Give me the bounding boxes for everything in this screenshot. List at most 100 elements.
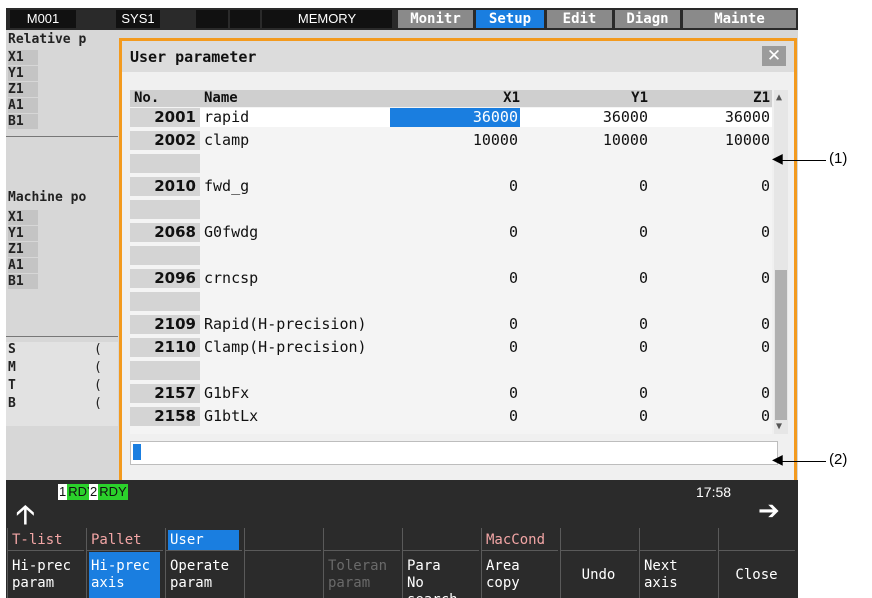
- menu-key-label-line: param: [12, 575, 55, 591]
- menu-key[interactable]: User Operate param: [165, 528, 242, 598]
- param-value-z1[interactable]: 0: [652, 338, 770, 357]
- param-value-y1[interactable]: 36000: [530, 108, 648, 127]
- right-arrow-icon[interactable]: ➔: [758, 496, 780, 526]
- param-value-y1[interactable]: 0: [530, 384, 648, 403]
- param-value-x1[interactable]: 0: [390, 223, 520, 242]
- param-value-x1[interactable]: 0: [390, 384, 520, 403]
- param-value-z1[interactable]: 36000: [652, 108, 770, 127]
- menu-key-upper-label[interactable]: [563, 530, 634, 550]
- menu-key-label[interactable]: Area copy: [484, 552, 555, 598]
- menu-key-label[interactable]: Hi-prec axis: [89, 552, 160, 598]
- menu-key[interactable]: Close: [718, 528, 795, 598]
- m-code: M: [8, 360, 16, 375]
- menu-key[interactable]: T-list Hi-prec param: [7, 528, 84, 598]
- menu-key-label[interactable]: ParaNo search: [405, 552, 476, 598]
- menu-key-separator: [481, 550, 558, 551]
- menu-key-upper-label[interactable]: [326, 530, 397, 550]
- relative-axis: B1: [8, 114, 38, 129]
- menu-key-upper-label[interactable]: MacCond: [484, 530, 555, 550]
- param-value-y1[interactable]: 0: [530, 315, 648, 334]
- param-value-z1[interactable]: 0: [652, 315, 770, 334]
- table-row[interactable]: 2110 Clamp(H-precision) 0 0 0: [130, 338, 772, 357]
- table-row[interactable]: 2157 G1bFx 0 0 0: [130, 384, 772, 403]
- table-row[interactable]: [130, 200, 772, 219]
- menu-key[interactable]: Pallet Hi-prec axis: [86, 528, 163, 598]
- column-header-no: No.: [134, 90, 160, 106]
- param-value-z1[interactable]: 0: [652, 269, 770, 288]
- menu-key[interactable]: MacCond Area copy: [481, 528, 558, 598]
- param-value-y1[interactable]: 10000: [530, 131, 648, 150]
- menu-key-upper-label[interactable]: [642, 530, 713, 550]
- menu-key-label-line: param: [170, 575, 213, 591]
- tab-monitr[interactable]: Monitr: [398, 10, 473, 28]
- param-number: 2110: [130, 338, 200, 357]
- scrollbar-thumb[interactable]: [775, 270, 787, 420]
- menu-key[interactable]: Toleran param: [323, 528, 400, 598]
- vertical-scrollbar[interactable]: ▲ ▼: [774, 90, 788, 434]
- tab-diagn[interactable]: Diagn: [615, 10, 680, 28]
- param-name: G1btLx: [204, 407, 259, 425]
- menu-key-label[interactable]: [247, 552, 318, 598]
- position-panel: Relative p X1 Y1 Z1 A1 B1 Machine po X1 …: [6, 30, 118, 480]
- param-value-x1[interactable]: 36000: [390, 108, 520, 127]
- menu-key[interactable]: Undo: [560, 528, 637, 598]
- scroll-up-icon[interactable]: ▲: [776, 92, 782, 103]
- tab-setup[interactable]: Setup: [476, 10, 544, 28]
- machine-axis: B1: [8, 274, 38, 289]
- menu-key-upper-label[interactable]: [247, 530, 318, 550]
- param-value-x1[interactable]: 10000: [390, 131, 520, 150]
- menu-key-label[interactable]: Toleran param: [326, 552, 397, 598]
- table-row[interactable]: 2010 fwd_g 0 0 0: [130, 177, 772, 196]
- param-value-z1[interactable]: 10000: [652, 131, 770, 150]
- param-value-x1[interactable]: 0: [390, 315, 520, 334]
- menu-key[interactable]: Next axis: [639, 528, 716, 598]
- menu-key-separator: [7, 550, 84, 551]
- param-value-z1[interactable]: 0: [652, 223, 770, 242]
- input-field[interactable]: [130, 441, 778, 465]
- table-row[interactable]: [130, 292, 772, 311]
- callout-label-2: (2): [829, 451, 848, 468]
- param-value-z1[interactable]: 0: [652, 407, 770, 426]
- menu-key-upper-label[interactable]: Pallet: [89, 530, 160, 550]
- table-row[interactable]: 2002 clamp 10000 10000 10000: [130, 131, 772, 150]
- menu-key[interactable]: ParaNo search: [402, 528, 479, 598]
- param-value-y1[interactable]: 0: [530, 223, 648, 242]
- menu-key-label-line: No search: [407, 575, 458, 598]
- param-value-z1[interactable]: 0: [652, 177, 770, 196]
- menu-key-upper-label[interactable]: T-list: [10, 530, 81, 550]
- menu-key[interactable]: [244, 528, 321, 598]
- param-value-x1[interactable]: 0: [390, 407, 520, 426]
- table-row[interactable]: 2158 G1btLx 0 0 0: [130, 407, 772, 426]
- menu-key-label[interactable]: Operate param: [168, 552, 239, 598]
- table-row[interactable]: 2001 rapid 36000 36000 36000: [130, 108, 772, 127]
- table-row[interactable]: 2068 G0fwdg 0 0 0: [130, 223, 772, 242]
- menu-key-upper-label[interactable]: User: [168, 530, 239, 550]
- scroll-down-icon[interactable]: ▼: [776, 421, 782, 432]
- t-code-value: (: [94, 378, 102, 393]
- table-row[interactable]: 2096 crncsp 0 0 0: [130, 269, 772, 288]
- menu-key-separator: [718, 550, 795, 551]
- menu-key-label[interactable]: Undo: [563, 552, 634, 598]
- param-value-x1[interactable]: 0: [390, 177, 520, 196]
- param-value-x1[interactable]: 0: [390, 269, 520, 288]
- column-header-z1: Z1: [753, 90, 770, 106]
- menu-key-label[interactable]: Close: [721, 552, 792, 598]
- table-row[interactable]: 2109 Rapid(H-precision) 0 0 0: [130, 315, 772, 334]
- table-row[interactable]: [130, 154, 772, 173]
- param-value-z1[interactable]: 0: [652, 384, 770, 403]
- menu-key-upper-label[interactable]: [721, 530, 792, 550]
- close-icon[interactable]: ✕: [762, 46, 786, 66]
- tab-mainte[interactable]: Mainte: [683, 10, 796, 28]
- param-value-x1[interactable]: 0: [390, 338, 520, 357]
- menu-key-label[interactable]: Hi-prec param: [10, 552, 81, 598]
- param-value-y1[interactable]: 0: [530, 407, 648, 426]
- param-value-y1[interactable]: 0: [530, 177, 648, 196]
- menu-key-label[interactable]: Next axis: [642, 552, 713, 598]
- window-title: User parameter: [130, 48, 257, 66]
- table-row[interactable]: [130, 246, 772, 265]
- menu-key-upper-label[interactable]: [405, 530, 476, 550]
- param-value-y1[interactable]: 0: [530, 338, 648, 357]
- param-value-y1[interactable]: 0: [530, 269, 648, 288]
- table-row[interactable]: [130, 361, 772, 380]
- tab-edit[interactable]: Edit: [547, 10, 612, 28]
